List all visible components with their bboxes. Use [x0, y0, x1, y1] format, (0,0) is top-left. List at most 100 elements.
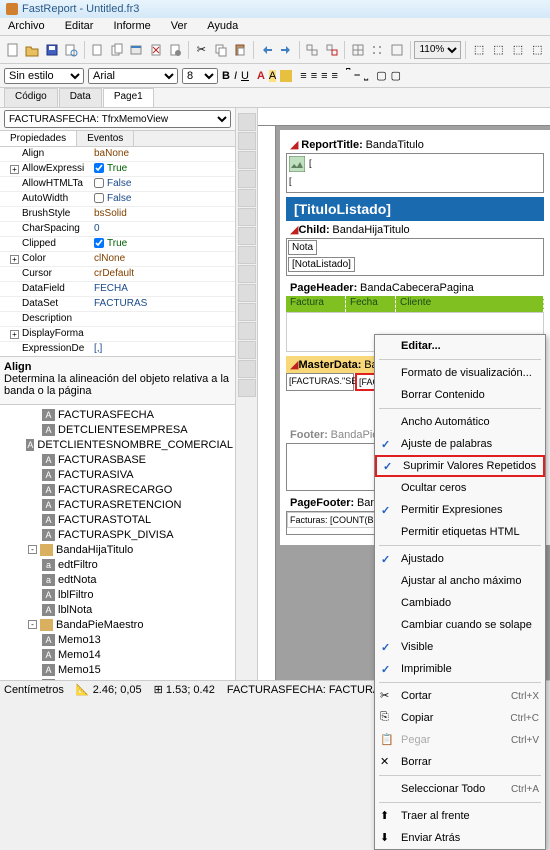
hand-tool[interactable] — [238, 132, 256, 150]
ctx-seleccionar-todo[interactable]: Seleccionar TodoCtrl+A — [375, 778, 545, 800]
rich-tool[interactable] — [238, 341, 256, 359]
object-select[interactable]: FACTURASFECHA: TfrxMemoView — [4, 110, 231, 128]
ctx-formato-de-visualizaci-n-[interactable]: Formato de visualización... — [375, 362, 545, 384]
border2-button[interactable]: ▢ — [391, 69, 401, 82]
band-reporttitle[interactable]: ◢ ReportTitle: BandaTitulo [ [ — [286, 136, 544, 193]
menu-editar[interactable]: Editar — [61, 18, 98, 35]
fit-button[interactable] — [388, 40, 405, 60]
valign-mid-button[interactable]: ⎯ — [354, 69, 360, 82]
pointer-tool[interactable] — [238, 113, 256, 131]
ole-tool[interactable] — [238, 360, 256, 378]
delete-page-button[interactable] — [147, 40, 164, 60]
tab-data[interactable]: Data — [59, 88, 102, 107]
line-tool[interactable] — [238, 265, 256, 283]
menu-archivo[interactable]: Archivo — [4, 18, 49, 35]
bold-button[interactable]: B — [222, 70, 230, 82]
ctx-borrar[interactable]: ✕Borrar — [375, 751, 545, 773]
align-center-button[interactable]: ≡ — [311, 70, 317, 82]
align-justify-button[interactable]: ≡ — [332, 70, 338, 82]
zoom-select[interactable]: 110% — [414, 41, 461, 59]
property-grid[interactable]: AlignbaNoneAllowExpressi+TrueAllowHTMLTa… — [0, 147, 235, 357]
band-child[interactable]: ◢Child: BandaHijaTitulo Nota [NotaListad… — [286, 221, 544, 276]
valign-top-button[interactable]: ⎴ — [346, 69, 350, 82]
redo-button[interactable] — [277, 40, 294, 60]
menu-ayuda[interactable]: Ayuda — [203, 18, 242, 35]
tab-propiedades[interactable]: Propiedades — [0, 131, 77, 146]
barcode-tool[interactable] — [238, 322, 256, 340]
italic-button[interactable]: I — [234, 70, 237, 82]
tab-page1[interactable]: Page1 — [103, 88, 154, 107]
ctx-cortar[interactable]: ✂CortarCtrl+X — [375, 685, 545, 707]
cut-button[interactable]: ✂ — [193, 40, 210, 60]
ctx-borrar-contenido[interactable]: Borrar Contenido — [375, 384, 545, 406]
ctx-imprimible[interactable]: ✓Imprimible — [375, 658, 545, 680]
new-button[interactable] — [4, 40, 21, 60]
open-button[interactable] — [23, 40, 40, 60]
fontsize-select[interactable]: 8 — [182, 68, 218, 84]
ctx-ancho-autom-tico[interactable]: Ancho Automático — [375, 411, 545, 433]
ungroup-button[interactable] — [323, 40, 340, 60]
page-settings-button[interactable] — [166, 40, 183, 60]
col-fecha[interactable]: Fecha — [346, 296, 396, 312]
page-button[interactable] — [89, 40, 106, 60]
border1-button[interactable]: ▢ — [376, 69, 386, 82]
ctx-ocultar-ceros[interactable]: Ocultar ceros — [375, 477, 545, 499]
ctx-visible[interactable]: ✓Visible — [375, 636, 545, 658]
ctx-traer-al-frente[interactable]: ⬆Traer al frente — [375, 805, 545, 827]
zoom-tool[interactable] — [238, 151, 256, 169]
underline-button[interactable]: U — [241, 70, 249, 82]
undo-button[interactable] — [258, 40, 275, 60]
extra3-button[interactable]: ⬚ — [509, 40, 526, 60]
style-select[interactable]: Sin estilo — [4, 68, 84, 84]
ctx-cambiado[interactable]: Cambiado — [375, 592, 545, 614]
ctx-copiar[interactable]: ⎘CopiarCtrl+C — [375, 707, 545, 729]
report-tree[interactable]: AFACTURASFECHAADETCLIENTESEMPRESAADETCLI… — [0, 405, 235, 682]
col-factura[interactable]: Factura — [286, 296, 346, 312]
cross-tool[interactable] — [238, 379, 256, 397]
image-placeholder-icon[interactable] — [289, 156, 305, 172]
align-left-button[interactable]: ≡ — [300, 70, 306, 82]
fontcolor-button[interactable]: A — [257, 70, 265, 82]
dialog-button[interactable] — [127, 40, 144, 60]
subreport-tool[interactable] — [238, 246, 256, 264]
snap-button[interactable] — [369, 40, 386, 60]
image-tool[interactable] — [238, 227, 256, 245]
md-cell-1[interactable]: [FACTURAS."SE — [286, 373, 354, 391]
extra2-button[interactable]: ⬚ — [490, 40, 507, 60]
format-tool[interactable] — [238, 189, 256, 207]
ctx-permitir-expresiones[interactable]: ✓Permitir Expresiones — [375, 499, 545, 521]
tab-codigo[interactable]: Código — [4, 88, 58, 107]
tab-eventos[interactable]: Eventos — [77, 131, 134, 146]
text-tool[interactable] — [238, 170, 256, 188]
valign-bot-button[interactable]: ⎵ — [364, 69, 368, 82]
grid-button[interactable] — [349, 40, 366, 60]
group-button[interactable] — [304, 40, 321, 60]
highlight-button[interactable]: A — [269, 70, 276, 82]
copy-button[interactable] — [212, 40, 229, 60]
menu-informe[interactable]: Informe — [109, 18, 154, 35]
titulo-listado[interactable]: [TituloListado] — [286, 197, 544, 221]
preview-button[interactable] — [62, 40, 79, 60]
ctx-suprimir-valores-repetidos[interactable]: ✓Suprimir Valores Repetidos — [375, 455, 545, 477]
shape-tool[interactable] — [238, 284, 256, 302]
chart-tool[interactable] — [238, 303, 256, 321]
fillcolor-button[interactable] — [280, 70, 292, 82]
menu-ver[interactable]: Ver — [167, 18, 192, 35]
extra4-button[interactable]: ⬚ — [529, 40, 546, 60]
ctx-ajustar-al-ancho-m-ximo[interactable]: Ajustar al ancho máximo — [375, 570, 545, 592]
page2-button[interactable] — [108, 40, 125, 60]
ctx-ajuste-de-palabras[interactable]: ✓Ajuste de palabras — [375, 433, 545, 455]
col-cliente[interactable]: Cliente — [396, 296, 544, 312]
save-button[interactable] — [43, 40, 60, 60]
nota-label[interactable]: Nota — [288, 240, 317, 255]
font-select[interactable]: Arial — [88, 68, 178, 84]
nota-listado[interactable]: [NotaListado] — [288, 257, 355, 272]
ctx-enviar-atr-s[interactable]: ⬇Enviar Atrás — [375, 827, 545, 849]
ctx-permitir-etiquetas-html[interactable]: Permitir etiquetas HTML — [375, 521, 545, 543]
ctx-editar-[interactable]: Editar... — [375, 335, 545, 357]
ctx-ajustado[interactable]: ✓Ajustado — [375, 548, 545, 570]
align-right-button[interactable]: ≡ — [321, 70, 327, 82]
paste-button[interactable] — [232, 40, 249, 60]
extra1-button[interactable]: ⬚ — [470, 40, 487, 60]
band-tool[interactable] — [238, 208, 256, 226]
